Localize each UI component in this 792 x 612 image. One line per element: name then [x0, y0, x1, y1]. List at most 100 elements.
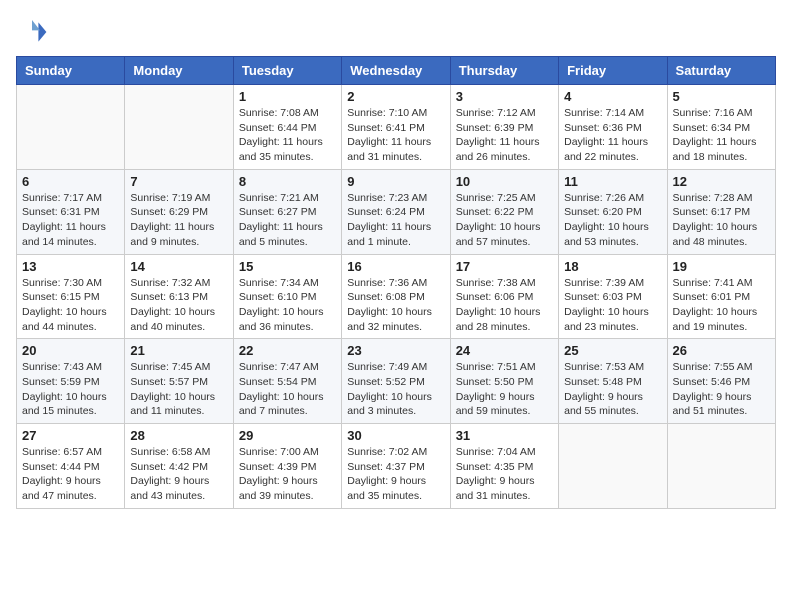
day-number: 3 [456, 89, 553, 104]
day-info: Sunrise: 7:21 AMSunset: 6:27 PMDaylight:… [239, 191, 336, 250]
calendar-week-5: 27Sunrise: 6:57 AMSunset: 4:44 PMDayligh… [17, 424, 776, 509]
calendar-week-2: 6Sunrise: 7:17 AMSunset: 6:31 PMDaylight… [17, 169, 776, 254]
day-info: Sunrise: 7:02 AMSunset: 4:37 PMDaylight:… [347, 445, 444, 504]
calendar-cell: 12 Sunrise: 7:28 AMSunset: 6:17 PMDayligh… [667, 169, 775, 254]
calendar-cell: 31Sunrise: 7:04 AMSunset: 4:35 PMDayligh… [450, 424, 558, 509]
day-info: Sunrise: 7:04 AMSunset: 4:35 PMDaylight:… [456, 445, 553, 504]
calendar-header-row: SundayMondayTuesdayWednesdayThursdayFrid… [17, 57, 776, 85]
day-number: 26 [673, 343, 770, 358]
day-info: Sunrise: 7:38 AMSunset: 6:06 PMDaylight:… [456, 276, 553, 335]
day-number: 24 [456, 343, 553, 358]
day-info: Sunrise: 7:51 AMSunset: 5:50 PMDaylight:… [456, 360, 553, 419]
day-number: 6 [22, 174, 119, 189]
day-number: 20 [22, 343, 119, 358]
day-number: 25 [564, 343, 661, 358]
day-info: Sunrise: 7:41 AMSunset: 6:01 PMDaylight:… [673, 276, 770, 335]
day-info: Sunrise: 7:00 AMSunset: 4:39 PMDaylight:… [239, 445, 336, 504]
page-header [16, 16, 776, 48]
day-info: Sunrise: 7:43 AMSunset: 5:59 PMDaylight:… [22, 360, 119, 419]
calendar-cell: 6Sunrise: 7:17 AMSunset: 6:31 PMDaylight… [17, 169, 125, 254]
calendar-week-3: 13 Sunrise: 7:30 AMSunset: 6:15 PMDayligh… [17, 254, 776, 339]
day-info: Sunrise: 6:58 AMSunset: 4:42 PMDaylight:… [130, 445, 227, 504]
day-info: Sunrise: 7:45 AMSunset: 5:57 PMDaylight:… [130, 360, 227, 419]
day-header-sunday: Sunday [17, 57, 125, 85]
day-info: Sunrise: 7:14 AMSunset: 6:36 PMDaylight:… [564, 106, 661, 165]
calendar-body: 1 Sunrise: 7:08 AMSunset: 6:44 PMDaylight… [17, 85, 776, 509]
calendar-cell: 30 Sunrise: 7:02 AMSunset: 4:37 PMDayligh… [342, 424, 450, 509]
day-number: 22 [239, 343, 336, 358]
day-header-tuesday: Tuesday [233, 57, 341, 85]
day-info: Sunrise: 7:26 AMSunset: 6:20 PMDaylight:… [564, 191, 661, 250]
calendar-cell: 25 Sunrise: 7:53 AMSunset: 5:48 PMDayligh… [559, 339, 667, 424]
calendar-cell: 29 Sunrise: 7:00 AMSunset: 4:39 PMDayligh… [233, 424, 341, 509]
calendar-cell: 26 Sunrise: 7:55 AMSunset: 5:46 PMDayligh… [667, 339, 775, 424]
calendar-cell: 18Sunrise: 7:39 AMSunset: 6:03 PMDayligh… [559, 254, 667, 339]
day-number: 13 [22, 259, 119, 274]
calendar-cell: 23 Sunrise: 7:49 AMSunset: 5:52 PMDayligh… [342, 339, 450, 424]
calendar-cell: 4Sunrise: 7:14 AMSunset: 6:36 PMDaylight… [559, 85, 667, 170]
day-number: 27 [22, 428, 119, 443]
day-number: 12 [673, 174, 770, 189]
calendar-cell: 9 Sunrise: 7:23 AMSunset: 6:24 PMDaylight… [342, 169, 450, 254]
day-info: Sunrise: 7:16 AMSunset: 6:34 PMDaylight:… [673, 106, 770, 165]
calendar-cell: 5 Sunrise: 7:16 AMSunset: 6:34 PMDaylight… [667, 85, 775, 170]
calendar-cell: 16Sunrise: 7:36 AMSunset: 6:08 PMDayligh… [342, 254, 450, 339]
day-info: Sunrise: 7:34 AMSunset: 6:10 PMDaylight:… [239, 276, 336, 335]
day-info: Sunrise: 7:23 AMSunset: 6:24 PMDaylight:… [347, 191, 444, 250]
day-info: Sunrise: 7:53 AMSunset: 5:48 PMDaylight:… [564, 360, 661, 419]
day-number: 7 [130, 174, 227, 189]
calendar-week-4: 20 Sunrise: 7:43 AMSunset: 5:59 PMDayligh… [17, 339, 776, 424]
calendar-cell: 20 Sunrise: 7:43 AMSunset: 5:59 PMDayligh… [17, 339, 125, 424]
day-info: Sunrise: 7:36 AMSunset: 6:08 PMDaylight:… [347, 276, 444, 335]
day-header-thursday: Thursday [450, 57, 558, 85]
logo [16, 16, 52, 48]
day-info: Sunrise: 7:19 AMSunset: 6:29 PMDaylight:… [130, 191, 227, 250]
calendar-cell: 7 Sunrise: 7:19 AMSunset: 6:29 PMDaylight… [125, 169, 233, 254]
calendar-cell [667, 424, 775, 509]
day-info: Sunrise: 7:12 AMSunset: 6:39 PMDaylight:… [456, 106, 553, 165]
calendar-cell: 19 Sunrise: 7:41 AMSunset: 6:01 PMDayligh… [667, 254, 775, 339]
day-header-friday: Friday [559, 57, 667, 85]
calendar-cell: 1 Sunrise: 7:08 AMSunset: 6:44 PMDaylight… [233, 85, 341, 170]
calendar-cell: 10 Sunrise: 7:25 AMSunset: 6:22 PMDayligh… [450, 169, 558, 254]
calendar-cell: 27Sunrise: 6:57 AMSunset: 4:44 PMDayligh… [17, 424, 125, 509]
calendar-cell: 24 Sunrise: 7:51 AMSunset: 5:50 PMDayligh… [450, 339, 558, 424]
calendar-cell: 14 Sunrise: 7:32 AMSunset: 6:13 PMDayligh… [125, 254, 233, 339]
day-number: 10 [456, 174, 553, 189]
day-info: Sunrise: 7:10 AMSunset: 6:41 PMDaylight:… [347, 106, 444, 165]
day-info: Sunrise: 7:08 AMSunset: 6:44 PMDaylight:… [239, 106, 336, 165]
calendar-week-1: 1 Sunrise: 7:08 AMSunset: 6:44 PMDaylight… [17, 85, 776, 170]
day-number: 11 [564, 174, 661, 189]
day-number: 29 [239, 428, 336, 443]
day-number: 14 [130, 259, 227, 274]
day-number: 30 [347, 428, 444, 443]
day-info: Sunrise: 7:32 AMSunset: 6:13 PMDaylight:… [130, 276, 227, 335]
calendar-cell [17, 85, 125, 170]
calendar-cell: 28Sunrise: 6:58 AMSunset: 4:42 PMDayligh… [125, 424, 233, 509]
calendar-cell: 3 Sunrise: 7:12 AMSunset: 6:39 PMDaylight… [450, 85, 558, 170]
day-number: 19 [673, 259, 770, 274]
calendar-cell: 15 Sunrise: 7:34 AMSunset: 6:10 PMDayligh… [233, 254, 341, 339]
day-number: 8 [239, 174, 336, 189]
day-info: Sunrise: 7:55 AMSunset: 5:46 PMDaylight:… [673, 360, 770, 419]
day-info: Sunrise: 7:28 AMSunset: 6:17 PMDaylight:… [673, 191, 770, 250]
day-number: 23 [347, 343, 444, 358]
day-number: 15 [239, 259, 336, 274]
calendar-cell: 2 Sunrise: 7:10 AMSunset: 6:41 PMDaylight… [342, 85, 450, 170]
day-header-monday: Monday [125, 57, 233, 85]
calendar-cell: 11 Sunrise: 7:26 AMSunset: 6:20 PMDayligh… [559, 169, 667, 254]
day-number: 2 [347, 89, 444, 104]
day-info: Sunrise: 7:25 AMSunset: 6:22 PMDaylight:… [456, 191, 553, 250]
day-number: 1 [239, 89, 336, 104]
day-number: 17 [456, 259, 553, 274]
day-number: 5 [673, 89, 770, 104]
calendar-cell: 17 Sunrise: 7:38 AMSunset: 6:06 PMDayligh… [450, 254, 558, 339]
calendar-cell [125, 85, 233, 170]
day-info: Sunrise: 7:49 AMSunset: 5:52 PMDaylight:… [347, 360, 444, 419]
day-info: Sunrise: 7:30 AMSunset: 6:15 PMDaylight:… [22, 276, 119, 335]
day-number: 9 [347, 174, 444, 189]
day-info: Sunrise: 7:47 AMSunset: 5:54 PMDaylight:… [239, 360, 336, 419]
calendar-cell: 21Sunrise: 7:45 AMSunset: 5:57 PMDayligh… [125, 339, 233, 424]
day-info: Sunrise: 7:39 AMSunset: 6:03 PMDaylight:… [564, 276, 661, 335]
day-header-wednesday: Wednesday [342, 57, 450, 85]
